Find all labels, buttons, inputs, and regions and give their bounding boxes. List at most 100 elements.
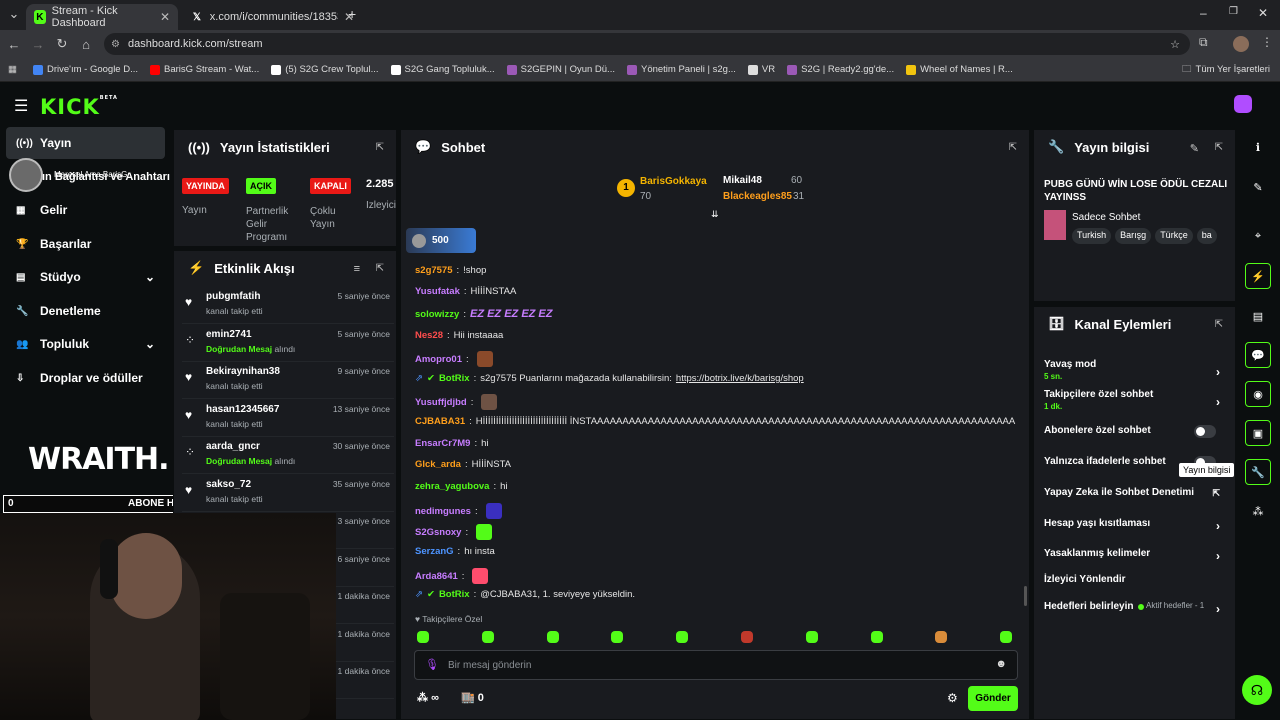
chat-username[interactable]: nedimgunes	[415, 506, 471, 517]
emoji-icon[interactable]: ☻	[995, 658, 1007, 670]
sidebar-item-6[interactable]: 👥 Topluluk ⌄	[6, 328, 165, 360]
chat-input[interactable]: 🎙 Bir mesaj gönderin ☻	[414, 650, 1018, 680]
channel-action-7[interactable]: İzleyici Yönlendir	[1044, 574, 1228, 585]
bookmark-item[interactable]: Wheel of Names | R...	[906, 64, 1013, 75]
sidebar-item-3[interactable]: 🏆 Başarılar	[6, 228, 165, 260]
channel-action-2[interactable]: Abonelere özel sohbet	[1044, 425, 1228, 438]
back-icon[interactable]: ←	[2, 37, 26, 52]
mic-icon[interactable]: 🎙	[425, 658, 439, 671]
feed-row[interactable]: ♥ pubgmfatih kanalı takip etti 5 saniye önc…	[182, 287, 394, 324]
edit-icon[interactable]: ✎	[1190, 142, 1199, 155]
bookmark-item[interactable]: VR	[747, 64, 775, 75]
support-icon[interactable]: ☊	[1242, 675, 1272, 705]
feed-row[interactable]: ♥ Bekiraynihan38 kanalı takip etti 9 saniye…	[182, 362, 394, 399]
points-display[interactable]: ⁂ ∞	[417, 691, 439, 704]
emote-icon[interactable]	[611, 631, 624, 643]
sidebar-item-2[interactable]: ▦ Gelir	[6, 194, 165, 226]
actions-toggle-icon[interactable]: ▣	[1245, 420, 1271, 446]
chat-username[interactable]: Nes28	[415, 330, 443, 341]
profile-avatar[interactable]	[1233, 36, 1249, 52]
chat-link[interactable]: https://botrix.live/k/barisg/shop	[676, 373, 804, 384]
leader-name[interactable]: Mikail48	[723, 175, 762, 186]
feed-row[interactable]: ♥ hasan12345667 kanalı takip etti 13 saniye…	[182, 400, 394, 437]
window-close-icon[interactable]: ✕	[1258, 6, 1268, 20]
info-icon[interactable]: ℹ	[1245, 134, 1271, 160]
stream-info-toggle-icon[interactable]: 🔧	[1245, 459, 1271, 485]
reload-icon[interactable]: ↻	[50, 36, 74, 52]
extensions-icon[interactable]: ⧉	[1199, 35, 1208, 50]
send-button[interactable]: Gönder	[968, 686, 1018, 711]
feed-row[interactable]: ⁘ aarda_gncr Doğrudan Mesaj alındı 30 saniy…	[182, 437, 394, 474]
emote-icon[interactable]	[805, 631, 818, 643]
forward-icon[interactable]: →	[26, 37, 50, 52]
share-icon[interactable]: ⁂	[1245, 498, 1271, 524]
feed-row[interactable]: ⁘ emin2741 Doğrudan Mesaj alındı 5 saniye ö…	[182, 325, 394, 362]
close-tab-icon[interactable]: ✕	[160, 10, 170, 24]
chat-username[interactable]: Yusuffjdjbd	[415, 397, 467, 408]
kick-logo[interactable]: KICKBETA	[40, 95, 118, 119]
sidebar-item-5[interactable]: 🔧 Denetleme	[6, 295, 165, 327]
sidebar-item-4[interactable]: ▤ Stüdyo ⌄	[6, 261, 165, 293]
emote-icon[interactable]	[417, 631, 429, 643]
popout-icon[interactable]: ⇱	[376, 263, 384, 274]
chat-username[interactable]: solowizzy	[415, 309, 459, 320]
bookmark-item[interactable]: BarisG Stream - Wat...	[150, 64, 259, 75]
home-icon[interactable]: ⌂	[74, 37, 98, 52]
bookmark-item[interactable]: S2G | Ready2.gg'de...	[787, 64, 894, 75]
minimize-icon[interactable]: –	[1200, 6, 1207, 20]
chat-username[interactable]: s2g7575	[415, 265, 453, 276]
chat-username[interactable]: EnsarCr7M9	[415, 438, 470, 449]
popout-icon[interactable]: ⇱	[1215, 319, 1223, 330]
store-display[interactable]: 🏬 0	[461, 691, 484, 704]
leader-name[interactable]: BarisGokkaya	[640, 176, 707, 187]
chat-username[interactable]: Arda8641	[415, 571, 458, 582]
pinned-gift[interactable]: 500	[406, 228, 476, 253]
chat-username[interactable]: Amopro01	[415, 354, 462, 365]
bookmark-item[interactable]: S2GEPIN | Oyun Dü...	[506, 64, 615, 75]
filter-icon[interactable]: ≡	[354, 263, 360, 275]
bookmark-item[interactable]: Yönetim Paneli | s2g...	[626, 64, 736, 75]
sidebar-item-7[interactable]: ⇩ Droplar ve ödüller	[6, 362, 165, 394]
address-bar[interactable]: ⚙ dashboard.kick.com/stream ☆	[104, 33, 1190, 55]
chat-username[interactable]: SerzanG	[415, 546, 454, 557]
user-avatar[interactable]	[1234, 95, 1252, 113]
emote-icon[interactable]	[870, 631, 883, 643]
new-tab-icon[interactable]: +	[348, 6, 356, 22]
bookmark-item[interactable]: Drive'ım - Google D...	[32, 64, 138, 75]
browser-menu-icon[interactable]: ⋮	[1261, 35, 1273, 49]
popout-icon[interactable]: ⇱	[376, 142, 384, 153]
leader-name[interactable]: Blackeagles85	[723, 191, 792, 202]
pen-icon[interactable]: ✎	[1245, 174, 1271, 200]
emote-icon[interactable]	[546, 631, 559, 643]
emote-icon[interactable]	[481, 631, 494, 643]
channel-action-5[interactable]: Hesap yaşı kısıtlaması ›	[1044, 518, 1228, 533]
chat-username[interactable]: zehra_yagubova	[415, 481, 489, 492]
tag-chip[interactable]: ba	[1196, 228, 1217, 244]
sidebar-item-0[interactable]: ((•)) Yayın	[6, 127, 165, 159]
toggle-switch[interactable]	[1194, 425, 1216, 438]
chat-settings-icon[interactable]: ⚙	[947, 691, 958, 705]
chat-username[interactable]: BotRix	[439, 589, 470, 600]
tab-x-community[interactable]: 𝕏 x.com/i/communities/18353197 ✕	[182, 4, 362, 30]
bookmark-item[interactable]: (5) S2G Crew Toplul...	[271, 64, 379, 75]
channel-action-8[interactable]: Hedefleri belirleyin Aktif hedefler - 1 ›	[1044, 601, 1228, 616]
chat-username[interactable]: BotRix	[439, 373, 470, 384]
chat-username[interactable]: CJBABA31	[415, 416, 465, 427]
apps-icon[interactable]: ▦	[8, 64, 17, 75]
feed-row[interactable]: ♥ sakso_72 kanalı takip etti 35 saniye önce	[182, 475, 394, 512]
broadcast-toggle-icon[interactable]: ◉	[1245, 381, 1271, 407]
all-bookmarks[interactable]: 🗀 Tüm Yer İşaretleri	[1182, 62, 1270, 78]
tag-chip[interactable]: Barışg	[1115, 228, 1152, 244]
emote-icon[interactable]	[741, 631, 753, 643]
emote-icon[interactable]	[935, 631, 948, 643]
hamburger-menu-icon[interactable]: ☰	[14, 96, 28, 116]
activity-toggle-icon[interactable]: ⚡	[1245, 263, 1271, 289]
notes-icon[interactable]: ▤	[1245, 303, 1271, 329]
tab-kick-dashboard[interactable]: K Stream - Kick Dashboard ✕	[26, 4, 178, 30]
emote-icon[interactable]	[1000, 631, 1013, 643]
tag-chip[interactable]: Türkçe	[1155, 228, 1193, 244]
chat-toggle-icon[interactable]: 💬	[1245, 342, 1271, 368]
channel-action-1[interactable]: Takipçilere özel sohbet 1 dk. ›	[1044, 389, 1228, 411]
popout-icon[interactable]: ⇱	[1009, 142, 1017, 153]
chat-username[interactable]: S2Gsnoxy	[415, 527, 461, 538]
